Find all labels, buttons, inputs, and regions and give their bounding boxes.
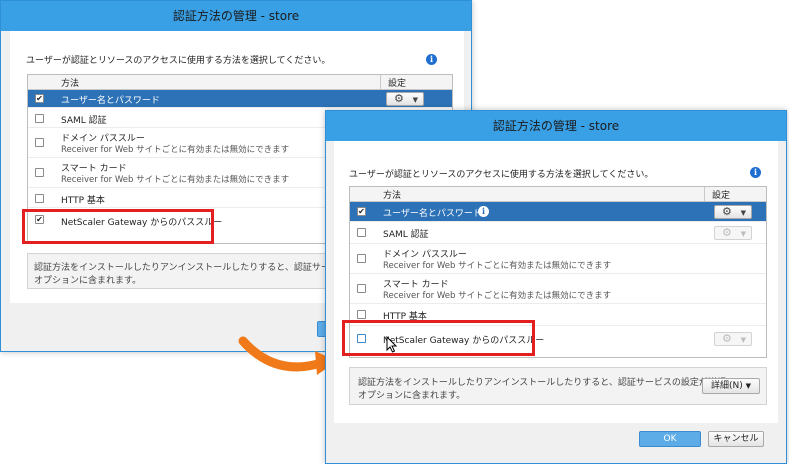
back-info-line2: オプションに含まれます。	[34, 276, 142, 286]
back-row-userpass-label: ユーザー名とパスワード	[61, 96, 160, 106]
back-checkbox-domain[interactable]	[35, 138, 44, 147]
front-info-line1: 認証方法をインストールしたりアンインストールしたりすると、認証サービスの設定が詳…	[358, 378, 726, 388]
front-row-smartcard[interactable]: スマート カード Receiver for Web サイトごとに有効または無効に…	[350, 274, 766, 304]
gear-icon: ⚙	[722, 205, 732, 218]
detail-button[interactable]: 詳細(N) ▼	[702, 378, 760, 394]
back-checkbox-http[interactable]	[35, 194, 44, 203]
back-help-icon[interactable]: i	[426, 54, 437, 65]
front-col-sep	[704, 187, 705, 201]
front-checkbox-saml[interactable]	[357, 228, 366, 237]
front-info-line2: オプションに含まれます。	[358, 391, 466, 401]
gear-icon: ⚙	[394, 92, 404, 105]
front-netscaler-settings-button[interactable]: ⚙ ▼	[714, 332, 752, 346]
back-row-smartcard-sub: Receiver for Web サイトごとに有効または無効にできます	[61, 175, 290, 185]
front-dialog-titlebar[interactable]: 認証方法の管理 - store	[326, 111, 786, 141]
front-col-method[interactable]: 方法	[383, 188, 401, 201]
chevron-down-icon: ▼	[745, 382, 752, 390]
front-description: ユーザーが認証とリソースのアクセスに使用する方法を選択してください。	[349, 170, 654, 180]
front-dialog-title: 認証方法の管理 - store	[492, 119, 620, 133]
front-checkbox-http[interactable]	[357, 310, 366, 319]
chevron-down-icon: ▼	[412, 96, 418, 104]
front-userpass-info-icon[interactable]: i	[478, 206, 489, 217]
detail-button-label: 詳細(N)	[710, 381, 743, 391]
back-checkbox-smartcard[interactable]	[35, 168, 44, 177]
front-row-domain[interactable]: ドメイン パススルー Receiver for Web サイトごとに有効または無…	[350, 244, 766, 274]
front-userpass-settings-button[interactable]: ⚙ ▼	[714, 205, 752, 219]
front-checkbox-smartcard[interactable]	[357, 284, 366, 293]
back-row-domain-sub: Receiver for Web サイトごとに有効または無効にできます	[61, 145, 290, 155]
front-row-userpass[interactable]: ✔ ユーザー名とパスワード i ⚙ ▼	[350, 202, 766, 222]
gear-icon: ⚙	[722, 226, 732, 239]
front-row-smartcard-sub: Receiver for Web サイトごとに有効または無効にできます	[383, 291, 612, 301]
back-dialog-titlebar[interactable]: 認証方法の管理 - store	[1, 1, 471, 31]
chevron-down-icon: ▼	[740, 209, 746, 217]
front-row-saml[interactable]: SAML 認証 ⚙ ▼	[350, 222, 766, 244]
front-col-settings[interactable]: 設定	[712, 188, 730, 201]
front-info-pane: 認証方法をインストールしたりアンインストールしたりすると、認証サービスの設定が詳…	[349, 367, 767, 405]
front-help-icon[interactable]: i	[750, 167, 761, 178]
chevron-down-icon: ▼	[740, 230, 746, 238]
front-dialog: 認証方法の管理 - store ユーザーが認証とリソースのアクセスに使用する方法…	[325, 110, 787, 464]
back-table-header: 方法 設定	[28, 75, 452, 90]
front-highlight-box	[342, 320, 535, 356]
back-col-method[interactable]: 方法	[61, 76, 79, 89]
front-table-header: 方法 設定	[350, 187, 766, 202]
back-highlight-box	[22, 209, 214, 244]
back-checkbox-userpass[interactable]: ✔	[35, 94, 44, 103]
back-checkbox-saml[interactable]	[35, 114, 44, 123]
back-description: ユーザーが認証とリソースのアクセスに使用する方法を選択してください。	[26, 56, 331, 66]
gear-icon: ⚙	[722, 332, 732, 345]
back-dialog-title: 認証方法の管理 - store	[172, 9, 300, 23]
back-row-userpass[interactable]: ✔ ユーザー名とパスワード ⚙ ▼	[28, 90, 452, 108]
front-dialog-body: ユーザーが認証とリソースのアクセスに使用する方法を選択してください。 i 方法 …	[334, 141, 778, 423]
back-row-saml-label: SAML 認証	[61, 116, 107, 126]
back-info-line1: 認証方法をインストールしたりアンインストールしたりすると、認証サービスの設	[34, 263, 366, 273]
back-col-sep	[380, 75, 381, 89]
back-col-settings[interactable]: 設定	[388, 76, 406, 89]
ok-button[interactable]: OK	[639, 431, 701, 447]
back-row-http-label: HTTP 基本	[61, 196, 105, 206]
front-row-domain-sub: Receiver for Web サイトごとに有効または無効にできます	[383, 261, 612, 271]
mouse-cursor-icon	[386, 336, 398, 353]
front-checkbox-userpass[interactable]: ✔	[357, 207, 366, 216]
cancel-button[interactable]: キャンセル	[708, 431, 764, 447]
back-userpass-settings-button[interactable]: ⚙ ▼	[386, 92, 424, 106]
front-saml-settings-button[interactable]: ⚙ ▼	[714, 226, 752, 240]
front-row-userpass-label: ユーザー名とパスワード	[383, 209, 482, 219]
chevron-down-icon: ▼	[740, 336, 746, 344]
front-checkbox-domain[interactable]	[357, 254, 366, 263]
front-row-saml-label: SAML 認証	[383, 230, 429, 240]
